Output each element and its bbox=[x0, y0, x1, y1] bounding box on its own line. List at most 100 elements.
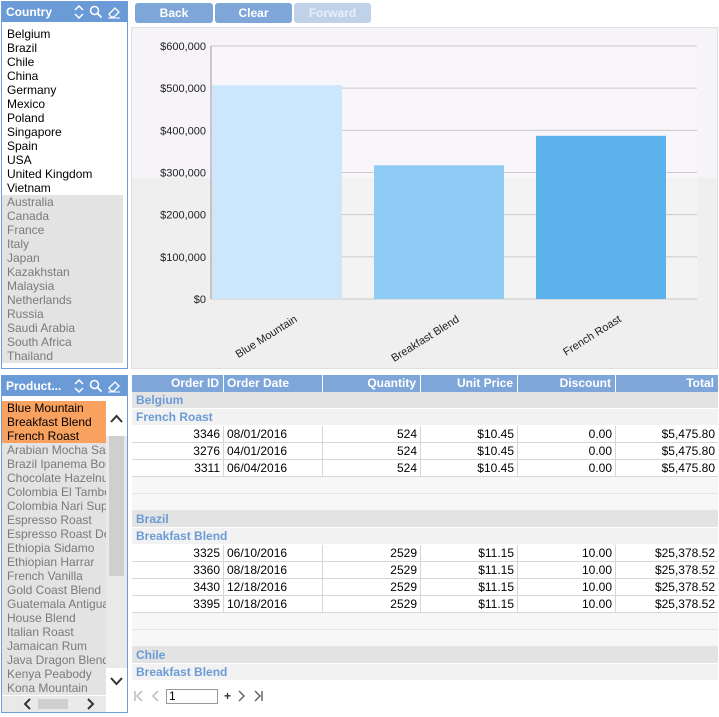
country-item[interactable]: Chile bbox=[2, 55, 123, 69]
scroll-left-icon[interactable] bbox=[20, 696, 36, 712]
prev-page-icon[interactable] bbox=[150, 689, 160, 703]
product-item[interactable]: House Blend bbox=[2, 611, 106, 625]
product-item[interactable]: Arabian Mocha Sanani bbox=[2, 443, 106, 457]
product-item[interactable]: Italian Roast bbox=[2, 625, 106, 639]
scroll-thumb[interactable] bbox=[38, 699, 68, 709]
country-item[interactable]: Italy bbox=[2, 237, 123, 251]
scroll-thumb[interactable] bbox=[109, 436, 124, 576]
scroll-up-icon[interactable] bbox=[106, 396, 127, 436]
product-item[interactable]: French Vanilla bbox=[2, 569, 106, 583]
country-item[interactable]: USA bbox=[2, 153, 123, 167]
country-item[interactable]: Australia bbox=[2, 195, 123, 209]
product-item[interactable]: Blue Mountain bbox=[2, 401, 106, 415]
group-country-row: Chile bbox=[132, 647, 718, 664]
country-item[interactable]: Brazil bbox=[2, 41, 123, 55]
search-icon[interactable] bbox=[89, 379, 103, 393]
table-cell: $11.15 bbox=[421, 579, 518, 595]
product-item[interactable]: Ethiopian Harrar bbox=[2, 555, 106, 569]
table-cell: 10/18/2016 bbox=[224, 596, 323, 612]
y-tick-label: $100,000 bbox=[160, 252, 206, 264]
table-cell: 2529 bbox=[323, 545, 421, 561]
country-item[interactable]: Thailand bbox=[2, 349, 123, 363]
product-item[interactable]: French Roast bbox=[2, 429, 106, 443]
column-header[interactable]: Unit Price bbox=[421, 375, 518, 392]
country-item[interactable]: Russia bbox=[2, 307, 123, 321]
country-item[interactable]: United Kingdom bbox=[2, 167, 123, 181]
sort-icon[interactable] bbox=[73, 378, 85, 394]
product-item[interactable]: Espresso Roast Decaf bbox=[2, 527, 106, 541]
vertical-scrollbar[interactable] bbox=[106, 396, 127, 698]
clear-filter-icon[interactable] bbox=[107, 379, 121, 393]
column-header[interactable]: Total bbox=[616, 375, 718, 392]
table-row[interactable]: 3360 08/18/2016 2529 $11.15 10.00 $25,378.52 bbox=[132, 562, 718, 579]
table-cell: 3430 bbox=[132, 579, 224, 595]
table-row[interactable]: 3430 12/18/2016 2529 $11.15 10.00 $25,378.52 bbox=[132, 579, 718, 596]
column-header[interactable]: Discount bbox=[518, 375, 616, 392]
table-row[interactable]: 3311 06/04/2016 524 $10.45 0.00 $5,475.80 bbox=[132, 460, 718, 477]
last-page-icon[interactable] bbox=[253, 689, 265, 703]
country-item[interactable]: Mexico bbox=[2, 97, 123, 111]
product-item[interactable]: Jamaican Rum bbox=[2, 639, 106, 653]
country-item[interactable]: Canada bbox=[2, 209, 123, 223]
country-item[interactable]: Spain bbox=[2, 139, 123, 153]
product-item[interactable]: Guatemala Antigua bbox=[2, 597, 106, 611]
y-tick-label: $400,000 bbox=[160, 125, 206, 137]
country-filter-title: Country bbox=[6, 5, 52, 19]
forward-button[interactable]: Forward bbox=[294, 3, 371, 23]
scroll-right-icon[interactable] bbox=[82, 696, 98, 712]
country-item[interactable]: Netherlands bbox=[2, 293, 123, 307]
table-row[interactable]: 3346 08/01/2016 524 $10.45 0.00 $5,475.80 bbox=[132, 426, 718, 443]
sort-icon[interactable] bbox=[73, 4, 85, 20]
first-page-icon[interactable] bbox=[132, 689, 144, 703]
product-item[interactable]: Brazil Ipanema Bourbon bbox=[2, 457, 106, 471]
clear-filter-icon[interactable] bbox=[107, 5, 121, 19]
country-item[interactable]: Malaysia bbox=[2, 279, 123, 293]
add-page-button[interactable]: + bbox=[224, 689, 231, 703]
product-item[interactable]: Java Dragon Blend bbox=[2, 653, 106, 667]
column-header[interactable]: Quantity bbox=[323, 375, 421, 392]
horizontal-scrollbar[interactable] bbox=[2, 696, 106, 712]
table-row[interactable]: 3325 06/10/2016 2529 $11.15 10.00 $25,378.52 bbox=[132, 545, 718, 562]
country-item[interactable]: Germany bbox=[2, 83, 123, 97]
product-item[interactable]: Chocolate Hazelnut bbox=[2, 471, 106, 485]
product-item[interactable]: Colombia Nari Supremo bbox=[2, 499, 106, 513]
country-item[interactable]: China bbox=[2, 69, 123, 83]
table-cell: 08/18/2016 bbox=[224, 562, 323, 578]
search-icon[interactable] bbox=[89, 5, 103, 19]
table-row[interactable]: 3276 04/01/2016 524 $10.45 0.00 $5,475.80 bbox=[132, 443, 718, 460]
y-tick-label: $600,000 bbox=[160, 41, 206, 53]
table-cell: 08/01/2016 bbox=[224, 426, 323, 442]
country-item[interactable]: Japan bbox=[2, 251, 123, 265]
y-tick-label: $500,000 bbox=[160, 83, 206, 95]
country-item[interactable]: Poland bbox=[2, 111, 123, 125]
scroll-down-icon[interactable] bbox=[106, 668, 127, 698]
back-button[interactable]: Back bbox=[135, 3, 213, 23]
country-item[interactable]: Vietnam bbox=[2, 181, 123, 195]
table-cell: $25,378.52 bbox=[654, 563, 715, 577]
product-item[interactable]: Gold Coast Blend bbox=[2, 583, 106, 597]
country-item[interactable]: South Africa bbox=[2, 335, 123, 349]
table-cell: 3311 bbox=[132, 460, 224, 476]
next-page-icon[interactable] bbox=[237, 689, 247, 703]
country-item[interactable]: Kazakhstan bbox=[2, 265, 123, 279]
page-input[interactable] bbox=[166, 688, 218, 704]
product-item[interactable]: Ethiopia Sidamo bbox=[2, 541, 106, 555]
column-header[interactable]: Order ID bbox=[132, 375, 224, 392]
column-header[interactable]: Order Date bbox=[224, 375, 323, 392]
country-item[interactable]: Saudi Arabia bbox=[2, 321, 123, 335]
product-filter-header: Product... bbox=[2, 376, 127, 396]
table-cell: $11.15 bbox=[421, 562, 518, 578]
country-item[interactable]: Singapore bbox=[2, 125, 123, 139]
table-cell: $5,475.80 bbox=[661, 461, 715, 475]
country-item[interactable]: Belgium bbox=[2, 27, 123, 41]
table-cell: 3346 bbox=[132, 426, 224, 442]
product-item[interactable]: Breakfast Blend bbox=[2, 415, 106, 429]
product-item[interactable]: Espresso Roast bbox=[2, 513, 106, 527]
pager: + bbox=[132, 686, 265, 706]
product-item[interactable]: Kenya Peabody bbox=[2, 667, 106, 681]
country-item[interactable]: France bbox=[2, 223, 123, 237]
table-row[interactable]: 3395 10/18/2016 2529 $11.15 10.00 $25,378.52 bbox=[132, 596, 718, 613]
product-item[interactable]: Colombia El Tambo bbox=[2, 485, 106, 499]
product-item[interactable]: Kona Mountain bbox=[2, 681, 106, 695]
clear-button[interactable]: Clear bbox=[215, 3, 292, 23]
